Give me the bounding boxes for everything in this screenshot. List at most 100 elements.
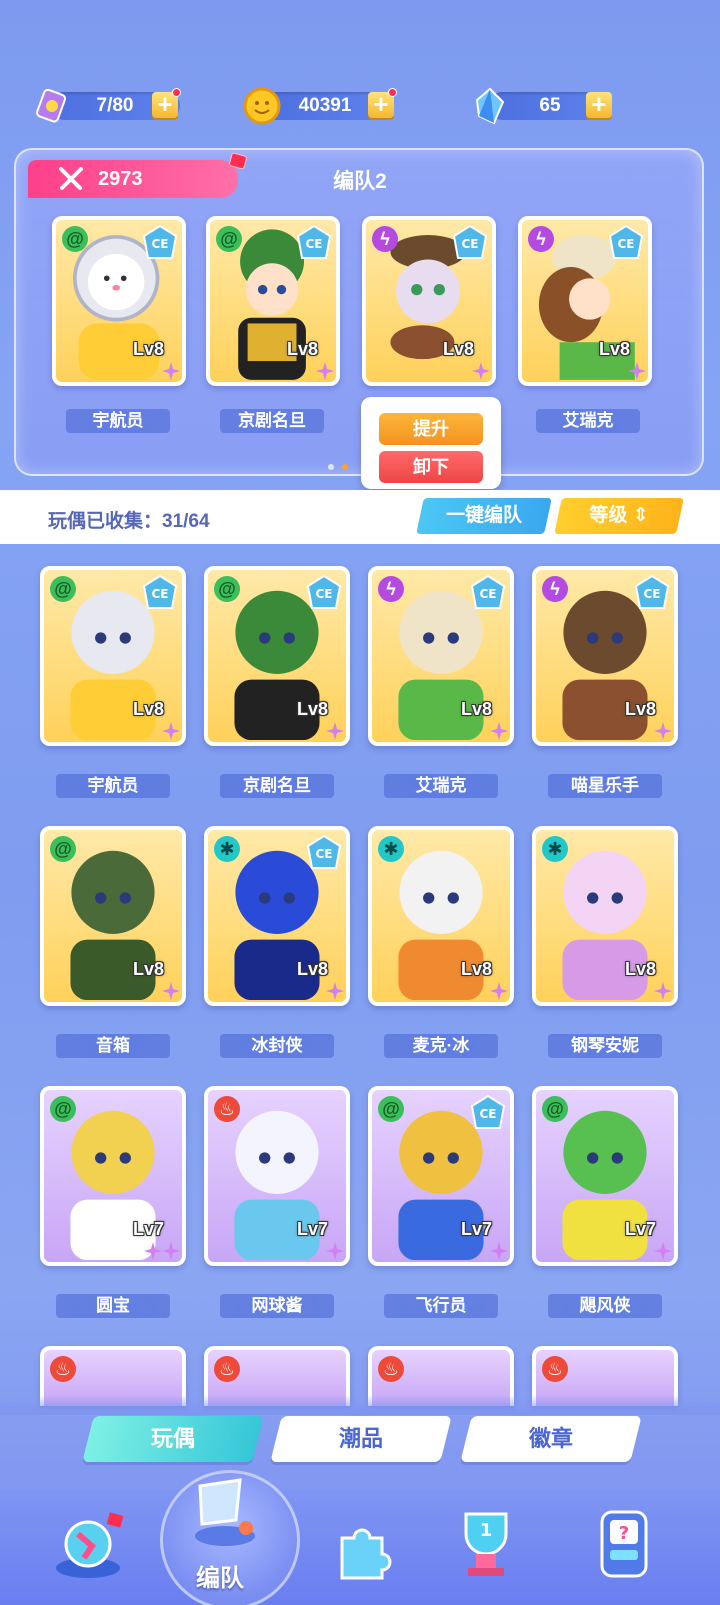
add-crystals-button[interactable]: + — [586, 91, 612, 118]
ce-badge-icon: CE — [470, 574, 506, 609]
svg-text:CE: CE — [315, 587, 332, 601]
doll-name: 麦克·冰 — [384, 1034, 498, 1058]
tab-badges[interactable]: 徽章 — [460, 1416, 642, 1462]
notification-dot — [388, 88, 397, 97]
level-label: Lv8 — [296, 959, 328, 979]
star-icon — [144, 1242, 162, 1260]
puzzle-nav-icon[interactable] — [322, 1508, 402, 1588]
ce-badge-icon: CE — [470, 1094, 506, 1129]
ce-badge-icon: CE — [452, 224, 488, 259]
page-dot-active[interactable] — [342, 464, 348, 470]
one-key-team-button[interactable]: 一键编队 — [416, 498, 552, 534]
doll-name: 圆宝 — [56, 1294, 170, 1318]
team-score: 2973 — [98, 167, 143, 190]
doll-card[interactable]: @ Lv7 — [532, 1086, 678, 1266]
mystery-machine-nav-icon[interactable]: ? — [584, 1504, 664, 1584]
one-key-team-label: 一键编队 — [445, 505, 522, 526]
element-ice-icon: ✱ — [542, 836, 568, 862]
doll-card[interactable]: ϟ CE Lv8 — [532, 566, 678, 746]
doll-card[interactable]: ✱ Lv8 — [532, 826, 678, 1006]
element-lightning-icon: ϟ — [372, 226, 398, 252]
tab-dolls[interactable]: 玩偶 — [82, 1416, 264, 1462]
doll-name: 艾瑞克 — [384, 774, 498, 798]
star-icon — [326, 982, 344, 1000]
doll-card[interactable]: ϟ CE Lv8 — [368, 566, 514, 746]
element-fire-icon: ♨ — [542, 1356, 568, 1382]
doll-name: 飞行员 — [384, 1294, 498, 1318]
level-label: Lv8 — [442, 339, 474, 359]
doll-card[interactable]: ✱ CE Lv8 — [204, 826, 350, 1006]
star-icon — [316, 362, 334, 380]
doll-card[interactable]: ♨ Lv7 — [204, 1086, 350, 1266]
svg-text:CE: CE — [643, 587, 660, 601]
ce-badge-icon: CE — [142, 224, 178, 259]
doll-card[interactable]: @ CE Lv7 — [368, 1086, 514, 1266]
doll-name: 音箱 — [56, 1034, 170, 1058]
page-dot[interactable] — [328, 464, 334, 470]
ce-badge-icon: CE — [634, 574, 670, 609]
notification-dot — [172, 88, 181, 97]
level-label: Lv8 — [460, 699, 492, 719]
star-icon — [654, 1242, 672, 1260]
star-icon — [326, 1242, 344, 1260]
element-ice-icon: ✱ — [378, 836, 404, 862]
element-fire-icon: ♨ — [214, 1096, 240, 1122]
star-icon — [326, 722, 344, 740]
star-icon — [162, 362, 180, 380]
doll-card[interactable]: ✱ Lv8 — [368, 826, 514, 1006]
level-label: Lv8 — [132, 339, 164, 359]
element-swirl-icon: @ — [214, 576, 240, 602]
team-slot-2-name: 京剧名旦 — [220, 409, 324, 433]
level-label: Lv8 — [598, 339, 630, 359]
element-swirl-icon: @ — [50, 576, 76, 602]
level-label: Lv8 — [132, 959, 164, 979]
team-slot-2[interactable]: @ CE Lv8 — [206, 216, 340, 386]
tab-trends-label: 潮品 — [338, 1426, 383, 1451]
crossed-swords-icon — [59, 167, 83, 190]
team-slot-1-name: 宇航员 — [66, 409, 170, 433]
team-slot-4[interactable]: ϟ CE Lv8 — [518, 216, 652, 386]
team-page-indicator — [328, 464, 348, 470]
sort-label: 等级 ⇕ — [589, 505, 649, 526]
sort-by-level-button[interactable]: 等级 ⇕ — [554, 498, 684, 534]
level-label: Lv8 — [132, 699, 164, 719]
star-icon — [490, 1242, 508, 1260]
gacha-nav-icon[interactable] — [48, 1506, 128, 1586]
element-ice-icon: ✱ — [214, 836, 240, 862]
resource-coins: 40391 + — [242, 87, 402, 125]
level-label: Lv7 — [132, 1219, 164, 1239]
doll-card[interactable]: @ CE Lv8 — [204, 566, 350, 746]
unload-button[interactable]: 卸下 — [379, 451, 483, 483]
level-label: Lv8 — [624, 699, 656, 719]
upgrade-button[interactable]: 提升 — [379, 413, 483, 445]
element-fire-icon: ♨ — [214, 1356, 240, 1382]
doll-name: 京剧名旦 — [220, 774, 334, 798]
level-label: Lv7 — [296, 1219, 328, 1239]
tab-badges-label: 徽章 — [528, 1426, 573, 1451]
tab-dolls-label: 玩偶 — [150, 1426, 195, 1451]
ce-badge-icon: CE — [142, 574, 178, 609]
level-label: Lv7 — [624, 1219, 656, 1239]
doll-card[interactable]: @ CE Lv8 — [40, 566, 186, 746]
resource-tickets: 7/80 + — [32, 88, 182, 124]
level-label: Lv8 — [296, 699, 328, 719]
team-score-badge: 2973 — [28, 152, 248, 198]
doll-card[interactable]: @ Lv7 — [40, 1086, 186, 1266]
star-icon — [654, 982, 672, 1000]
doll-card[interactable]: @ Lv8 — [40, 826, 186, 1006]
svg-text:CE: CE — [617, 237, 634, 251]
element-swirl-icon: @ — [542, 1096, 568, 1122]
doll-name: 钢琴安妮 — [548, 1034, 662, 1058]
svg-text:CE: CE — [315, 847, 332, 861]
trophy-nav-icon[interactable]: 1 — [446, 1504, 526, 1584]
team-nav-icon[interactable] — [180, 1466, 270, 1556]
team-slot-1[interactable]: @ CE Lv8 — [52, 216, 186, 386]
tab-trends[interactable]: 潮品 — [270, 1416, 452, 1462]
element-lightning-icon: ϟ — [528, 226, 554, 252]
element-swirl-icon: @ — [216, 226, 242, 252]
ce-badge-icon: CE — [306, 574, 342, 609]
team-slot-3[interactable]: ϟ CE Lv8 — [362, 216, 496, 386]
team-nav-label: 编队 — [196, 1565, 244, 1592]
scroll-fade — [0, 1395, 720, 1415]
category-tabs: 玩偶 潮品 徽章 — [0, 1416, 720, 1466]
